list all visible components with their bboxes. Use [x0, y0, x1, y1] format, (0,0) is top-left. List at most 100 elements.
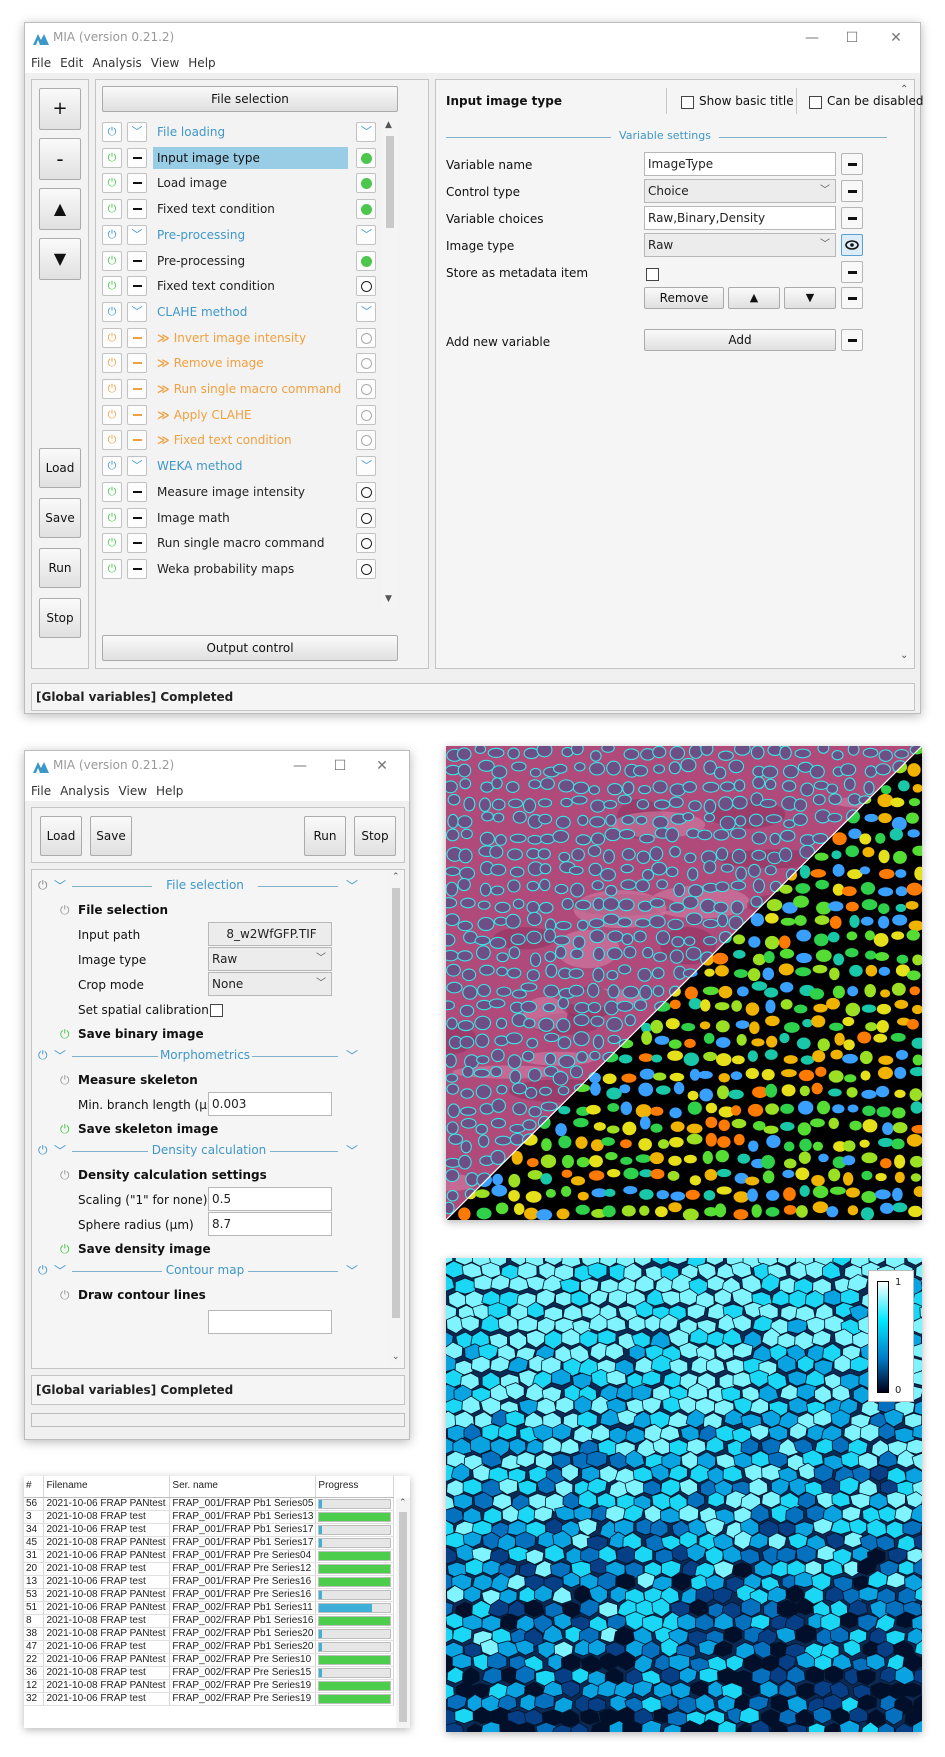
power-icon[interactable]: ⏻: [60, 1288, 70, 1303]
module-label[interactable]: Fixed text condition: [153, 275, 348, 297]
module-status[interactable]: [356, 430, 376, 451]
module-status[interactable]: [356, 533, 376, 554]
power-icon[interactable]: ⏻: [102, 430, 122, 451]
module-label[interactable]: ≫ Apply CLAHE: [153, 404, 348, 426]
control-type-visibility-button[interactable]: [841, 180, 863, 202]
power-icon[interactable]: ⏻: [102, 456, 122, 477]
menu-edit[interactable]: Edit: [60, 53, 83, 73]
maximize-icon[interactable]: ☐: [841, 28, 863, 48]
chevron-down-icon[interactable]: ﹀: [346, 877, 358, 894]
module-status[interactable]: [356, 147, 376, 168]
menu-help[interactable]: Help: [156, 781, 183, 801]
power-icon[interactable]: ⏻: [102, 558, 122, 579]
maximize-icon[interactable]: ☐: [329, 756, 351, 776]
chevron-down-icon[interactable]: ﹀: [54, 1142, 66, 1159]
power-icon[interactable]: ⏻: [60, 1242, 70, 1257]
stop-button[interactable]: Stop: [39, 598, 81, 638]
table-row[interactable]: 36 2021-10-08 FRAP test FRAP_002/FRAP Pre …: [24, 1666, 394, 1680]
module-label[interactable]: Input image type: [153, 146, 348, 169]
visibility-toggle-icon[interactable]: [127, 199, 147, 220]
group-collapse[interactable]: ﹀: [356, 122, 376, 142]
visibility-toggle-icon[interactable]: [127, 173, 147, 194]
params-scroll-up-arrow[interactable]: ⌃: [900, 84, 908, 95]
module-row[interactable]: ⏻ ≫ Invert image intensity: [102, 326, 382, 350]
table-row[interactable]: 47 2021-10-06 FRAP test FRAP_002/FRAP Pb1 …: [24, 1640, 394, 1654]
move-down-button[interactable]: ▼: [39, 238, 81, 280]
spatial-calibration-checkbox[interactable]: [210, 1004, 223, 1017]
menu-analysis[interactable]: Analysis: [60, 781, 109, 801]
table-row[interactable]: 8 2021-10-08 FRAP test FRAP_002/FRAP Pb1 S…: [24, 1614, 394, 1628]
module-row[interactable]: ⏻ Image math: [102, 506, 382, 530]
close-icon[interactable]: ✕: [885, 28, 907, 48]
visibility-toggle-icon[interactable]: [127, 250, 147, 271]
variable-name-input[interactable]: ImageType: [644, 152, 836, 176]
chevron-down-icon[interactable]: ﹀: [346, 1047, 358, 1064]
scroll-up-arrow[interactable]: ⌃: [399, 1498, 407, 1508]
move-variable-up-button[interactable]: ▲: [728, 287, 780, 309]
menu-analysis[interactable]: Analysis: [92, 53, 141, 73]
visibility-toggle-icon[interactable]: [127, 327, 147, 348]
col-header-series[interactable]: Ser. name: [169, 1476, 317, 1498]
module-row[interactable]: ⏻ ﹀ CLAHE method ﹀: [102, 300, 382, 324]
can-be-disabled-checkbox[interactable]: [809, 96, 822, 109]
chevron-down-icon[interactable]: ﹀: [127, 122, 147, 142]
visibility-toggle-icon[interactable]: [127, 147, 147, 168]
chevron-down-icon[interactable]: ﹀: [54, 877, 66, 894]
module-status[interactable]: [356, 353, 376, 374]
table-row[interactable]: 56 2021-10-06 FRAP PANtest FRAP_001/FRAP P…: [24, 1497, 394, 1511]
module-label[interactable]: Pre-processing: [153, 224, 348, 246]
power-icon[interactable]: ⏻: [38, 1143, 48, 1158]
power-icon[interactable]: ⏻: [102, 173, 122, 194]
scroll-up-arrow[interactable]: ▲: [385, 120, 392, 130]
input-path-field[interactable]: 8_w2WfGFP.TIF: [208, 922, 332, 946]
module-status[interactable]: [356, 379, 376, 399]
run-button[interactable]: Run: [39, 548, 81, 588]
module-label[interactable]: ≫ Remove image: [153, 352, 348, 374]
module-label[interactable]: Image math: [153, 507, 348, 529]
save-button[interactable]: Save: [90, 816, 132, 856]
load-button[interactable]: Load: [40, 816, 82, 856]
add-variable-visibility-button[interactable]: [841, 329, 863, 351]
control-type-select[interactable]: Choice ﹀: [644, 179, 836, 203]
module-label[interactable]: Pre-processing: [153, 250, 348, 272]
params-scroll-down-arrow[interactable]: ⌄: [900, 650, 908, 661]
power-icon[interactable]: ⏻: [38, 1263, 48, 1278]
output-control-button[interactable]: Output control: [102, 635, 398, 661]
group-collapse[interactable]: ﹀: [356, 456, 376, 477]
sphere-radius-input[interactable]: 8.7: [208, 1212, 332, 1236]
scroll-thumb[interactable]: [386, 136, 394, 228]
power-icon[interactable]: ⏻: [102, 301, 122, 322]
table-row[interactable]: 45 2021-10-08 FRAP PANtest FRAP_001/FRAP P…: [24, 1536, 394, 1550]
power-icon[interactable]: ⏻: [60, 1122, 70, 1137]
scroll-down-arrow[interactable]: ▼: [385, 594, 392, 604]
module-row[interactable]: ⏻ Fixed text condition: [102, 197, 382, 221]
table-row[interactable]: 20 2021-10-08 FRAP test FRAP_001/FRAP Pre …: [24, 1562, 394, 1576]
module-label[interactable]: Weka probability maps: [153, 558, 348, 580]
minimize-icon[interactable]: —: [289, 756, 311, 776]
visibility-toggle-icon[interactable]: [127, 533, 147, 554]
power-icon[interactable]: ⏻: [102, 353, 122, 374]
remove-module-button[interactable]: -: [39, 138, 81, 180]
variable-row-visibility-button[interactable]: [841, 287, 863, 309]
module-status[interactable]: [356, 199, 376, 220]
chevron-down-icon[interactable]: ﹀: [346, 1262, 358, 1279]
module-label[interactable]: Fixed text condition: [153, 198, 348, 220]
chevron-down-icon[interactable]: ﹀: [127, 224, 147, 245]
table-row[interactable]: 3 2021-10-08 FRAP test FRAP_001/FRAP Pb1 S…: [24, 1510, 394, 1524]
minimize-icon[interactable]: —: [801, 28, 823, 48]
power-icon[interactable]: ⏻: [102, 533, 122, 554]
power-icon[interactable]: ⏻: [102, 224, 122, 245]
power-icon[interactable]: ⏻: [102, 404, 122, 425]
table-row[interactable]: 13 2021-10-06 FRAP test FRAP_001/FRAP Pre …: [24, 1575, 394, 1589]
power-icon[interactable]: ⏻: [60, 1168, 70, 1183]
module-row[interactable]: ⏻ ≫ Run single macro command: [102, 377, 382, 401]
image-type-select[interactable]: Raw ﹀: [208, 947, 332, 971]
power-icon[interactable]: ⏻: [38, 1048, 48, 1063]
scroll-thumb[interactable]: [399, 1512, 407, 1722]
chevron-down-icon[interactable]: ﹀: [127, 456, 147, 477]
module-row[interactable]: ⏻ Fixed text condition: [102, 274, 382, 298]
save-button[interactable]: Save: [39, 498, 81, 538]
module-status[interactable]: [356, 327, 376, 348]
menu-view[interactable]: View: [151, 53, 179, 73]
module-label[interactable]: ≫ Fixed text condition: [153, 429, 348, 451]
